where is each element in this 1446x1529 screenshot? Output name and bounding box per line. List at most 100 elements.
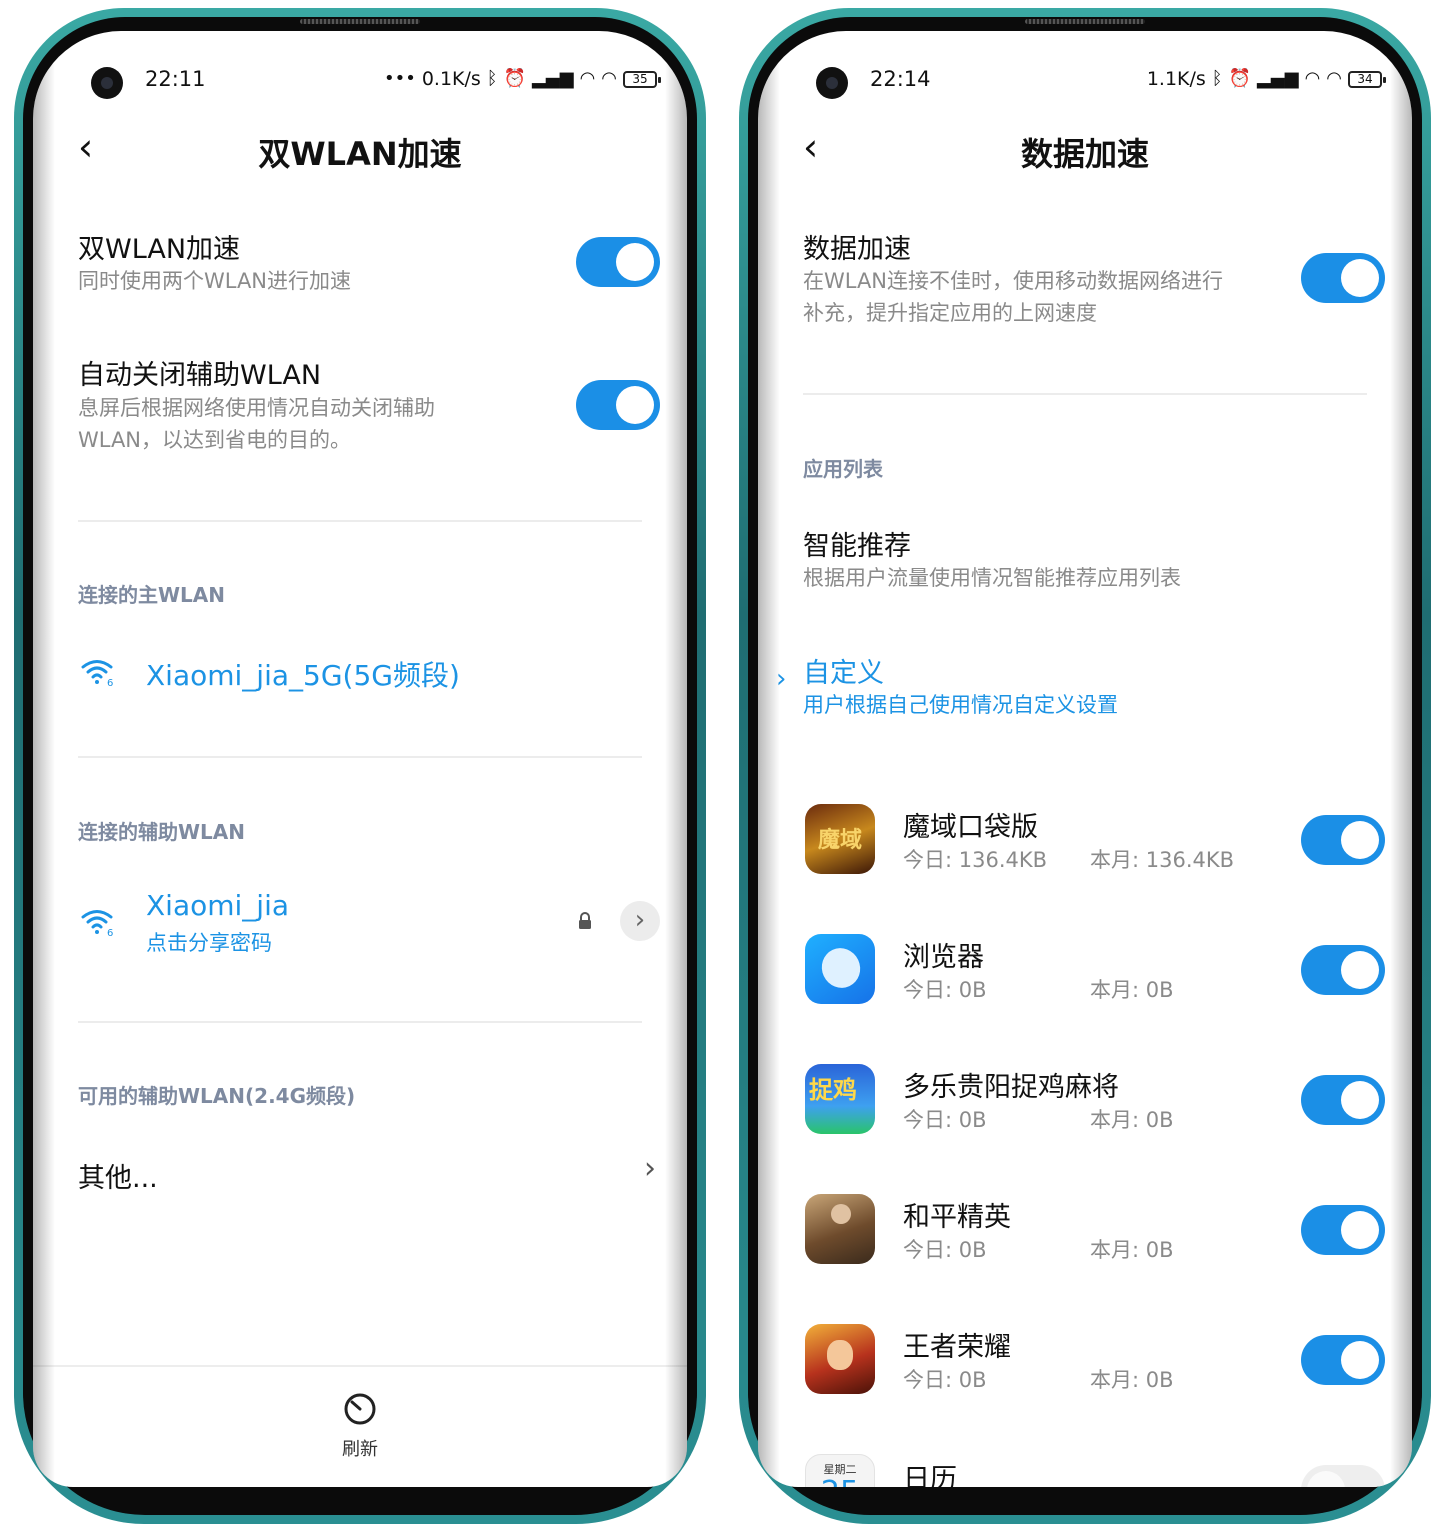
data-accel-toggle[interactable] (1301, 253, 1385, 303)
data-accel-desc-line1: 在WLAN连接不佳时，使用移动数据网络进行 (803, 269, 1224, 293)
more-dots-icon: ••• (383, 68, 416, 89)
wifi-6-icon: 6 (81, 660, 113, 687)
bluetooth-icon: ᛒ (486, 68, 498, 89)
bottom-divider (33, 1365, 687, 1367)
signal-icon: ▂▄▆ (1257, 68, 1299, 89)
app-usage-today: 今日: 0B (903, 1108, 987, 1132)
divider (78, 756, 642, 758)
app-toggle[interactable] (1301, 1335, 1385, 1385)
status-bar: 22:11 ••• 0.1K/s ᛒ ⏰ ▂▄▆ ◠ ◠ 35 (33, 53, 687, 99)
app-toggle[interactable] (1301, 815, 1385, 865)
status-icons: ••• 0.1K/s ᛒ ⏰ ▂▄▆ ◠ ◠ 35 (383, 68, 661, 90)
status-time: 22:11 (145, 67, 206, 91)
svg-text:6: 6 (107, 678, 113, 687)
data-accel-label: 数据加速 (803, 234, 911, 265)
auto-close-desc-line1: 息屏后根据网络使用情况自动关闭辅助 (78, 396, 435, 420)
status-time: 22:14 (870, 67, 931, 91)
refresh-button[interactable]: 刷新 (33, 1391, 687, 1461)
left-screen: 22:11 ••• 0.1K/s ᛒ ⏰ ▂▄▆ ◠ ◠ 35 ‹ 双WLAN加… (33, 31, 687, 1487)
app-usage-today: 今日: 136.4KB (903, 848, 1048, 872)
dual-wlan-label: 双WLAN加速 (78, 234, 241, 265)
custom-desc: 用户根据自己使用情况自定义设置 (803, 693, 1118, 717)
custom-label[interactable]: 自定义 (803, 651, 884, 690)
wifi-6-icon: 6 (81, 910, 113, 937)
secondary-wlan-section: 连接的辅助WLAN (78, 820, 246, 844)
app-name: 王者荣耀 (903, 1332, 1011, 1363)
available-wlan-section: 可用的辅助WLAN(2.4G频段) (78, 1084, 356, 1108)
browser-icon (805, 934, 875, 1004)
right-phone: 22:14 1.1K/s ᛒ ⏰ ▂▄▆ ◠ ◠ 34 ‹ 数据加速 数据加速 … (739, 8, 1431, 1524)
auto-close-toggle[interactable] (576, 380, 660, 430)
peacekeeper-game-icon (805, 1194, 875, 1264)
app-toggle[interactable] (1301, 1205, 1385, 1255)
app-toggle[interactable] (1301, 1465, 1385, 1487)
chevron-right-icon[interactable]: › (644, 1151, 656, 1186)
calendar-icon: 星期二 25 (805, 1454, 875, 1487)
app-usage-month: 本月: 0B (1090, 1368, 1174, 1392)
refresh-label: 刷新 (342, 1439, 378, 1460)
earpiece (1025, 19, 1145, 24)
front-camera (816, 67, 848, 99)
net-speed: 1.1K/s (1146, 68, 1206, 90)
header: ‹ 数据加速 (758, 123, 1412, 177)
app-name: 日历 (903, 1464, 957, 1487)
app-usage-month: 本月: 136.4KB (1090, 848, 1235, 872)
calendar-day: 25 (806, 1475, 874, 1487)
dual-wlan-desc: 同时使用两个WLAN进行加速 (78, 269, 352, 293)
chevron-right-icon: › (776, 664, 787, 694)
status-icons: 1.1K/s ᛒ ⏰ ▂▄▆ ◠ ◠ 34 (1146, 68, 1386, 90)
app-name: 多乐贵阳捉鸡麻将 (903, 1072, 1119, 1103)
divider (78, 520, 642, 522)
app-list-section: 应用列表 (803, 457, 883, 481)
earpiece (300, 19, 420, 24)
secondary-wlan-name[interactable]: Xiaomi_jia (146, 889, 289, 922)
app-usage-today: 今日: 0B (903, 1368, 987, 1392)
bluetooth-icon: ᛒ (1211, 68, 1223, 89)
dual-wlan-toggle[interactable] (576, 237, 660, 287)
primary-wlan-section: 连接的主WLAN (78, 583, 226, 607)
app-usage-month: 本月: 0B (1090, 978, 1174, 1002)
app-name: 魔域口袋版 (903, 812, 1038, 843)
battery-icon: 34 (1348, 70, 1386, 88)
app-usage-month: 本月: 0B (1090, 1108, 1174, 1132)
net-speed: 0.1K/s (421, 68, 481, 90)
lock-icon (579, 912, 591, 929)
app-name: 浏览器 (903, 942, 984, 973)
right-screen: 22:14 1.1K/s ᛒ ⏰ ▂▄▆ ◠ ◠ 34 ‹ 数据加速 数据加速 … (758, 31, 1412, 1487)
honor-of-kings-icon (805, 1324, 875, 1394)
right-bezel: 22:14 1.1K/s ᛒ ⏰ ▂▄▆ ◠ ◠ 34 ‹ 数据加速 数据加速 … (748, 17, 1422, 1515)
data-accel-desc-line2: 补充，提升指定应用的上网速度 (803, 301, 1097, 325)
refresh-icon (344, 1393, 376, 1425)
app-usage-month: 本月: 0B (1090, 1238, 1174, 1262)
svg-text:6: 6 (107, 928, 113, 937)
auto-close-label: 自动关闭辅助WLAN (78, 360, 322, 391)
page-title: 双WLAN加速 (258, 135, 462, 173)
app-toggle[interactable] (1301, 1075, 1385, 1125)
alarm-icon: ⏰ (503, 68, 527, 89)
alarm-icon: ⏰ (1228, 68, 1252, 89)
wifi-6-icon: ◠ (1326, 68, 1342, 89)
moyu-game-icon: 魔域 (805, 804, 875, 874)
app-toggle[interactable] (1301, 945, 1385, 995)
auto-close-desc-line2: WLAN，以达到省电的目的。 (78, 428, 352, 452)
app-usage-today: 今日: 0B (903, 1238, 987, 1262)
other-networks-item[interactable]: 其他... (78, 1156, 158, 1195)
share-password-link[interactable]: 点击分享密码 (146, 927, 272, 957)
smart-recommend-desc: 根据用户流量使用情况智能推荐应用列表 (803, 566, 1181, 590)
app-name: 和平精英 (903, 1202, 1011, 1233)
status-bar: 22:14 1.1K/s ᛒ ⏰ ▂▄▆ ◠ ◠ 34 (758, 53, 1412, 99)
primary-wlan-name[interactable]: Xiaomi_jia_5G(5G频段) (146, 654, 460, 694)
left-phone: 22:11 ••• 0.1K/s ᛒ ⏰ ▂▄▆ ◠ ◠ 35 ‹ 双WLAN加… (14, 8, 706, 1524)
header: ‹ 双WLAN加速 (33, 123, 687, 177)
smart-recommend-label[interactable]: 智能推荐 (803, 524, 911, 563)
battery-icon: 35 (623, 70, 661, 88)
wifi-icon: ◠ (579, 68, 596, 89)
wifi-icon: ◠ (1304, 68, 1321, 89)
signal-icon: ▂▄▆ (532, 68, 574, 89)
front-camera (91, 67, 123, 99)
chevron-right-icon[interactable]: › (620, 901, 660, 941)
app-usage-today: 今日: 0B (903, 978, 987, 1002)
mahjong-game-icon: 捉鸡 (805, 1064, 875, 1134)
left-bezel: 22:11 ••• 0.1K/s ᛒ ⏰ ▂▄▆ ◠ ◠ 35 ‹ 双WLAN加… (23, 17, 697, 1515)
page-title: 数据加速 (1020, 135, 1149, 173)
